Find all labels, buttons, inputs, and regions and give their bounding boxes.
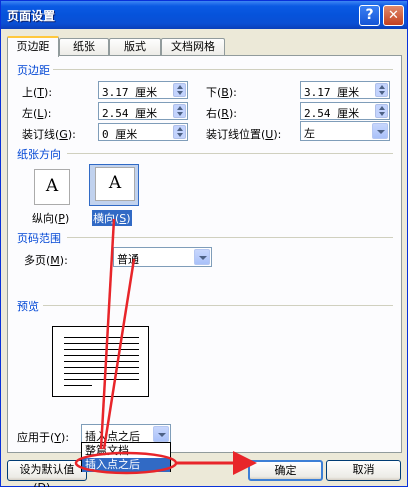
page-setup-dialog: 页面设置 ? ✕ 页边距 纸张 版式 文档网格 页边距 上(T): 3.17 厘… [0, 0, 408, 487]
tab-margins[interactable]: 页边距 [7, 36, 59, 57]
annotation-circle [74, 451, 178, 475]
annotation-line-pages [102, 258, 136, 450]
annotation-overlay [74, 218, 257, 475]
annotation-line-landscape [99, 218, 116, 450]
